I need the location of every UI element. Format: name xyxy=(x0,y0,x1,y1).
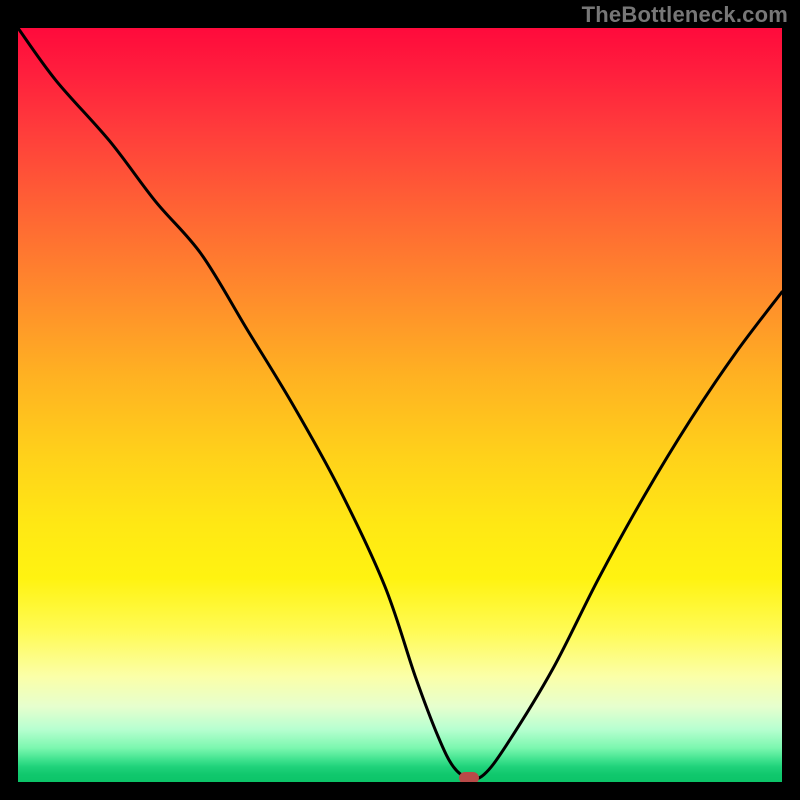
optimal-marker xyxy=(459,772,479,782)
bottleneck-curve xyxy=(18,28,782,782)
watermark-text: TheBottleneck.com xyxy=(582,2,788,28)
plot-area xyxy=(18,28,782,782)
chart-frame: TheBottleneck.com xyxy=(0,0,800,800)
